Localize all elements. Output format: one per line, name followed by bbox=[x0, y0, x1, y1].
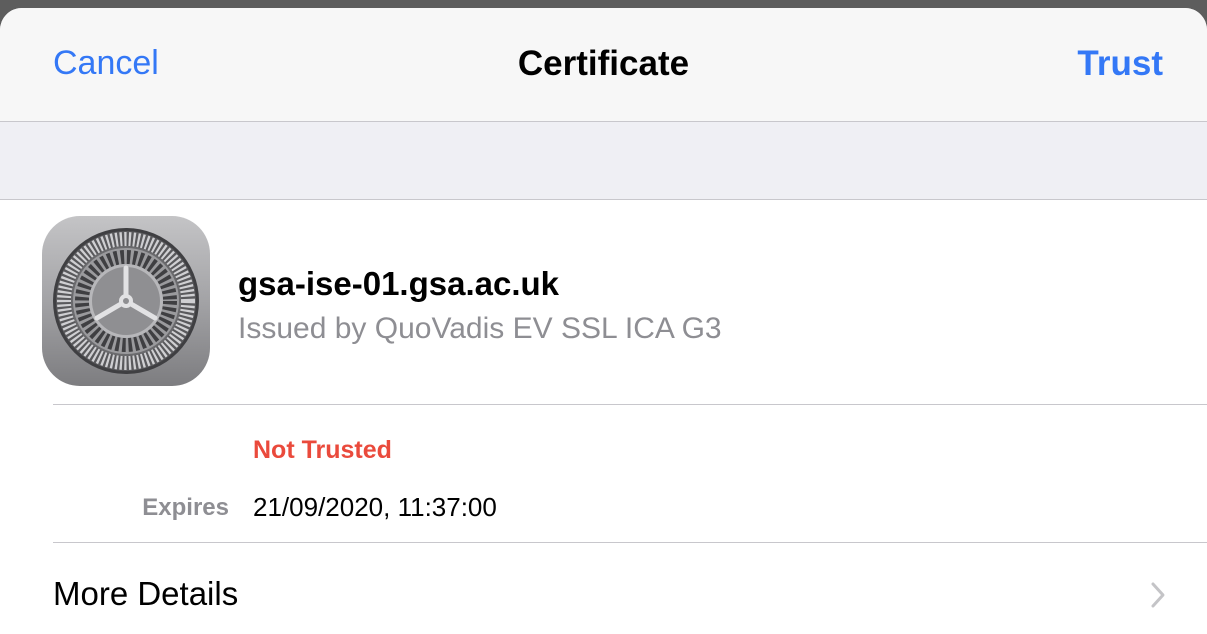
settings-gear-icon bbox=[42, 216, 210, 386]
more-details-label: More Details bbox=[53, 575, 239, 612]
chevron-right-icon bbox=[1150, 581, 1166, 614]
expires-label: Expires bbox=[142, 494, 229, 521]
trust-status-label: Not Trusted bbox=[253, 436, 392, 464]
certificate-name: gsa-ise-01.gsa.ac.uk bbox=[238, 265, 560, 302]
navigation-bar: Cancel Certificate Trust bbox=[0, 8, 1207, 122]
certificate-sheet: Cancel Certificate Trust gsa-ise-01.gsa.… bbox=[0, 8, 1207, 634]
trust-button[interactable]: Trust bbox=[1077, 44, 1163, 84]
page-title: Certificate bbox=[517, 44, 690, 83]
section-spacer bbox=[0, 122, 1207, 200]
divider bbox=[53, 404, 1207, 405]
expires-value: 21/09/2020, 11:37:00 bbox=[253, 492, 497, 522]
more-details-row[interactable]: More Details bbox=[0, 543, 1207, 634]
certificate-issuer: Issued by QuoVadis EV SSL ICA G3 bbox=[238, 312, 722, 345]
